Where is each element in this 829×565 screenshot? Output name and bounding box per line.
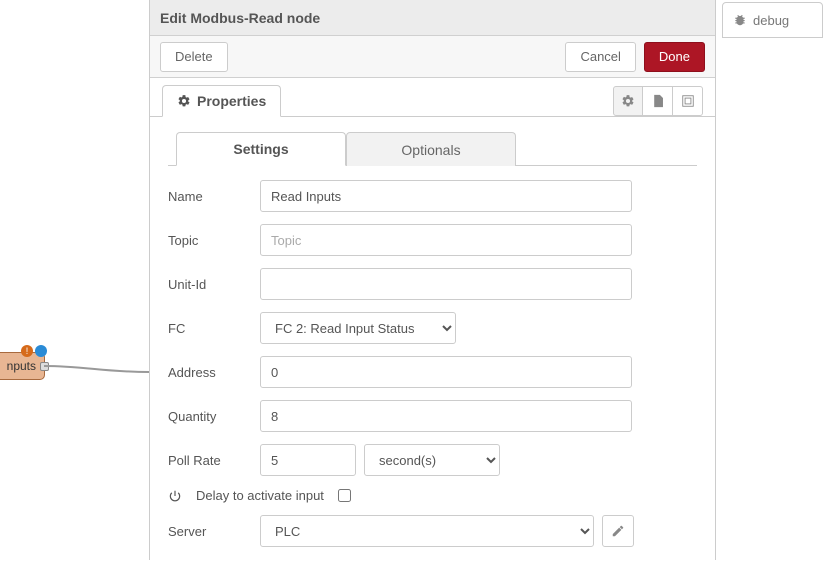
editor-title: Edit Modbus-Read node — [150, 0, 715, 36]
document-icon — [651, 94, 665, 108]
bug-icon — [733, 13, 747, 27]
form-body: Settings Optionals Name Topic Unit-Id FC… — [150, 117, 715, 565]
fc-select[interactable]: FC 2: Read Input Status — [260, 312, 456, 344]
flow-node-label: nputs — [7, 359, 36, 373]
tab-node-appearance[interactable] — [673, 86, 703, 116]
tab-debug[interactable]: debug — [722, 2, 823, 38]
appearance-icon — [681, 94, 695, 108]
tab-node-settings[interactable] — [613, 86, 643, 116]
quantity-label: Quantity — [168, 409, 260, 424]
flow-wire — [44, 362, 149, 374]
right-sidebar: debug — [716, 0, 829, 560]
edit-server-button[interactable] — [602, 515, 634, 547]
fc-label: FC — [168, 321, 260, 336]
address-input[interactable] — [260, 356, 632, 388]
server-label: Server — [168, 524, 260, 539]
warning-icon: ! — [21, 345, 33, 357]
gear-icon — [621, 94, 635, 108]
topic-input[interactable] — [260, 224, 632, 256]
name-label: Name — [168, 189, 260, 204]
topic-label: Topic — [168, 233, 260, 248]
pencil-icon — [611, 524, 625, 538]
tab-settings[interactable]: Settings — [176, 132, 346, 166]
tab-optionals[interactable]: Optionals — [346, 132, 516, 166]
gear-icon — [177, 94, 191, 108]
pollrate-unit-select[interactable]: second(s) — [364, 444, 500, 476]
editor-section-tabs: Properties — [150, 84, 715, 117]
unitid-label: Unit-Id — [168, 277, 260, 292]
tab-node-description[interactable] — [643, 86, 673, 116]
pollrate-label: Poll Rate — [168, 453, 260, 468]
tab-settings-label: Settings — [233, 141, 288, 157]
changed-dot-icon — [35, 345, 47, 357]
node-editor-panel: Edit Modbus-Read node Delete Cancel Done… — [150, 0, 716, 560]
delay-checkbox[interactable] — [338, 489, 351, 502]
power-icon — [168, 489, 182, 503]
name-input[interactable] — [260, 180, 632, 212]
delete-button[interactable]: Delete — [160, 42, 228, 72]
flow-node-read-inputs[interactable]: nputs ! — [0, 352, 45, 380]
tab-properties-label: Properties — [197, 93, 266, 109]
pollrate-input[interactable] — [260, 444, 356, 476]
editor-actions: Delete Cancel Done — [150, 36, 715, 78]
tab-debug-label: debug — [753, 13, 789, 28]
done-button[interactable]: Done — [644, 42, 705, 72]
unitid-input[interactable] — [260, 268, 632, 300]
quantity-input[interactable] — [260, 400, 632, 432]
tab-optionals-label: Optionals — [401, 142, 460, 158]
delay-label: Delay to activate input — [196, 488, 324, 503]
cancel-button[interactable]: Cancel — [565, 42, 635, 72]
tab-properties[interactable]: Properties — [162, 85, 281, 117]
flow-canvas[interactable]: nputs ! — [0, 0, 150, 560]
address-label: Address — [168, 365, 260, 380]
server-select[interactable]: PLC — [260, 515, 594, 547]
form-tabs: Settings Optionals — [168, 131, 697, 166]
